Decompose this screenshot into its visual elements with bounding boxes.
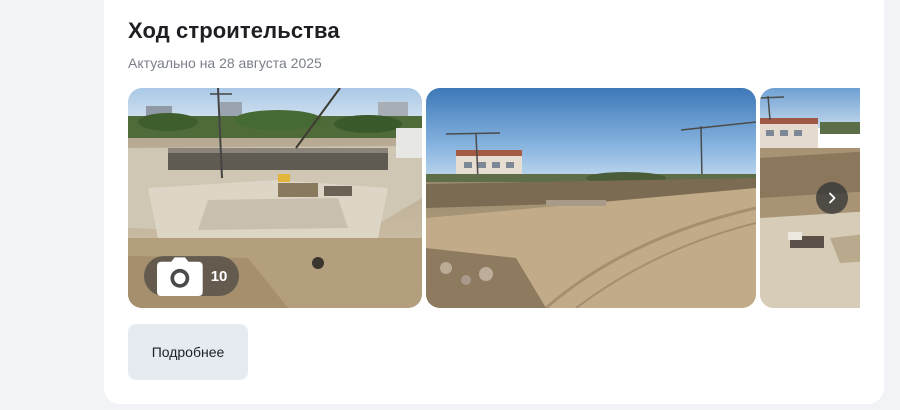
photo-count-badge[interactable]: 10 (144, 256, 240, 296)
gallery-next-button[interactable] (816, 182, 848, 214)
photo-gallery: 10 (128, 88, 860, 308)
construction-photo-1[interactable]: 10 (128, 88, 422, 308)
construction-progress-card: Ход строительства Актуально на 28 август… (104, 0, 884, 404)
camera-icon (157, 257, 203, 296)
construction-photo-2-image (426, 88, 756, 308)
chevron-right-icon (829, 192, 836, 204)
more-details-button[interactable]: Подробнее (128, 324, 248, 380)
section-title: Ход строительства (128, 18, 340, 43)
construction-photo-2[interactable] (426, 88, 756, 308)
update-date: Актуально на 28 августа 2025 (128, 55, 322, 71)
photo-count-value: 10 (210, 267, 228, 285)
